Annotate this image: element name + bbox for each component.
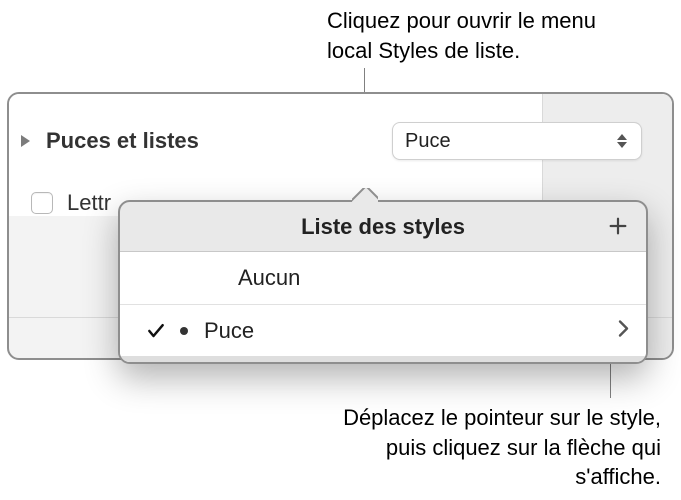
updown-arrows-icon — [615, 131, 629, 151]
lettered-checkbox[interactable] — [31, 192, 53, 214]
section-label: Puces et listes — [46, 128, 199, 154]
plus-icon — [607, 215, 629, 237]
style-name: Aucun — [238, 265, 300, 291]
popover-body: Aucun Puce — [120, 252, 646, 362]
callout-open-menu: Cliquez pour ouvrir le menu local Styles… — [327, 6, 647, 65]
chevron-right-icon — [618, 319, 630, 337]
checkmark-icon — [146, 321, 166, 341]
popup-value: Puce — [405, 130, 451, 153]
disclosure-triangle-icon[interactable] — [21, 135, 30, 147]
popover-header: Liste des styles — [120, 202, 646, 252]
bullet-dot-icon — [180, 327, 188, 335]
checkmark-slot — [146, 321, 182, 341]
popover-bottom-shade — [120, 356, 646, 362]
list-styles-popover: Liste des styles Aucun Puce — [118, 200, 648, 364]
style-row-puce[interactable]: Puce — [120, 304, 646, 356]
style-name: Puce — [204, 318, 254, 344]
popover-caret — [352, 188, 378, 202]
callout-hover-arrow: Déplacez le pointeur sur le style, puis … — [321, 403, 661, 492]
add-style-button[interactable] — [604, 212, 632, 240]
popover-title: Liste des styles — [301, 214, 465, 240]
list-style-popup-button[interactable]: Puce — [392, 122, 642, 160]
lettered-label: Lettr — [67, 190, 111, 216]
style-row-none[interactable]: Aucun — [120, 252, 646, 304]
style-row-arrow[interactable] — [618, 319, 630, 342]
